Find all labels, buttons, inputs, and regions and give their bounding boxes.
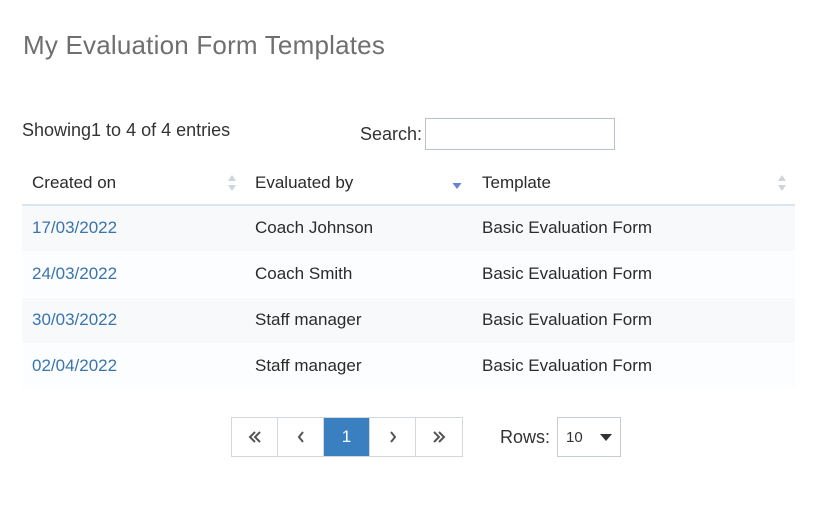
sort-descending-icon — [452, 183, 462, 189]
entries-info: Showing1 to 4 of 4 entries — [22, 120, 231, 140]
created-on-link[interactable]: 02/04/2022 — [32, 356, 117, 375]
table-header-row: Created on Evaluated by Template — [22, 162, 795, 206]
rows-per-page: Rows: 10 — [500, 417, 622, 457]
cell-evaluated-by: Coach Johnson — [245, 205, 472, 252]
chevron-right-icon — [389, 431, 396, 443]
column-header-label: Evaluated by — [255, 173, 354, 192]
caret-down-icon — [600, 433, 613, 441]
search-input[interactable] — [425, 118, 616, 150]
cell-template: Basic Evaluation Form — [472, 343, 795, 390]
double-chevron-right-icon — [433, 431, 446, 443]
column-header-label: Template — [482, 173, 551, 192]
cell-created-on: 24/03/2022 — [22, 251, 245, 298]
created-on-link[interactable]: 17/03/2022 — [32, 218, 117, 237]
chevron-left-icon — [297, 431, 304, 443]
sort-both-icon — [778, 175, 786, 191]
table-row[interactable]: 24/03/2022 Coach Smith Basic Evaluation … — [22, 251, 795, 298]
created-on-link[interactable]: 24/03/2022 — [32, 264, 117, 283]
rows-per-page-value: 10 — [566, 428, 583, 446]
page-title: My Evaluation Form Templates — [23, 30, 386, 60]
next-page-button[interactable] — [370, 418, 416, 456]
last-page-button[interactable] — [416, 418, 462, 456]
search-container: Search: — [360, 118, 616, 150]
evaluation-templates-table: Created on Evaluated by Template 17/03/2… — [22, 162, 795, 390]
cell-template: Basic Evaluation Form — [472, 251, 795, 298]
cell-template: Basic Evaluation Form — [472, 297, 795, 344]
rows-label: Rows: — [500, 426, 551, 447]
created-on-link[interactable]: 30/03/2022 — [32, 310, 117, 329]
column-header-template[interactable]: Template — [472, 162, 795, 206]
cell-created-on: 30/03/2022 — [22, 297, 245, 344]
cell-created-on: 02/04/2022 — [22, 343, 245, 390]
column-header-evaluated-by[interactable]: Evaluated by — [245, 162, 472, 206]
table-row[interactable]: 17/03/2022 Coach Johnson Basic Evaluatio… — [22, 205, 795, 252]
rows-per-page-select[interactable]: 10 — [557, 417, 622, 457]
table-row[interactable]: 30/03/2022 Staff manager Basic Evaluatio… — [22, 297, 795, 344]
sort-both-icon — [228, 175, 236, 191]
table-row[interactable]: 02/04/2022 Staff manager Basic Evaluatio… — [22, 343, 795, 390]
page-button-current[interactable]: 1 — [324, 418, 370, 456]
cell-evaluated-by: Staff manager — [245, 297, 472, 344]
cell-template: Basic Evaluation Form — [472, 205, 795, 252]
column-header-label: Created on — [32, 173, 117, 192]
double-chevron-left-icon — [248, 431, 261, 443]
cell-evaluated-by: Coach Smith — [245, 251, 472, 298]
first-page-button[interactable] — [232, 418, 278, 456]
cell-evaluated-by: Staff manager — [245, 343, 472, 390]
pagination: 1 — [231, 417, 463, 457]
search-label: Search: — [360, 123, 423, 144]
column-header-created-on[interactable]: Created on — [22, 162, 245, 206]
previous-page-button[interactable] — [278, 418, 324, 456]
cell-created-on: 17/03/2022 — [22, 205, 245, 252]
